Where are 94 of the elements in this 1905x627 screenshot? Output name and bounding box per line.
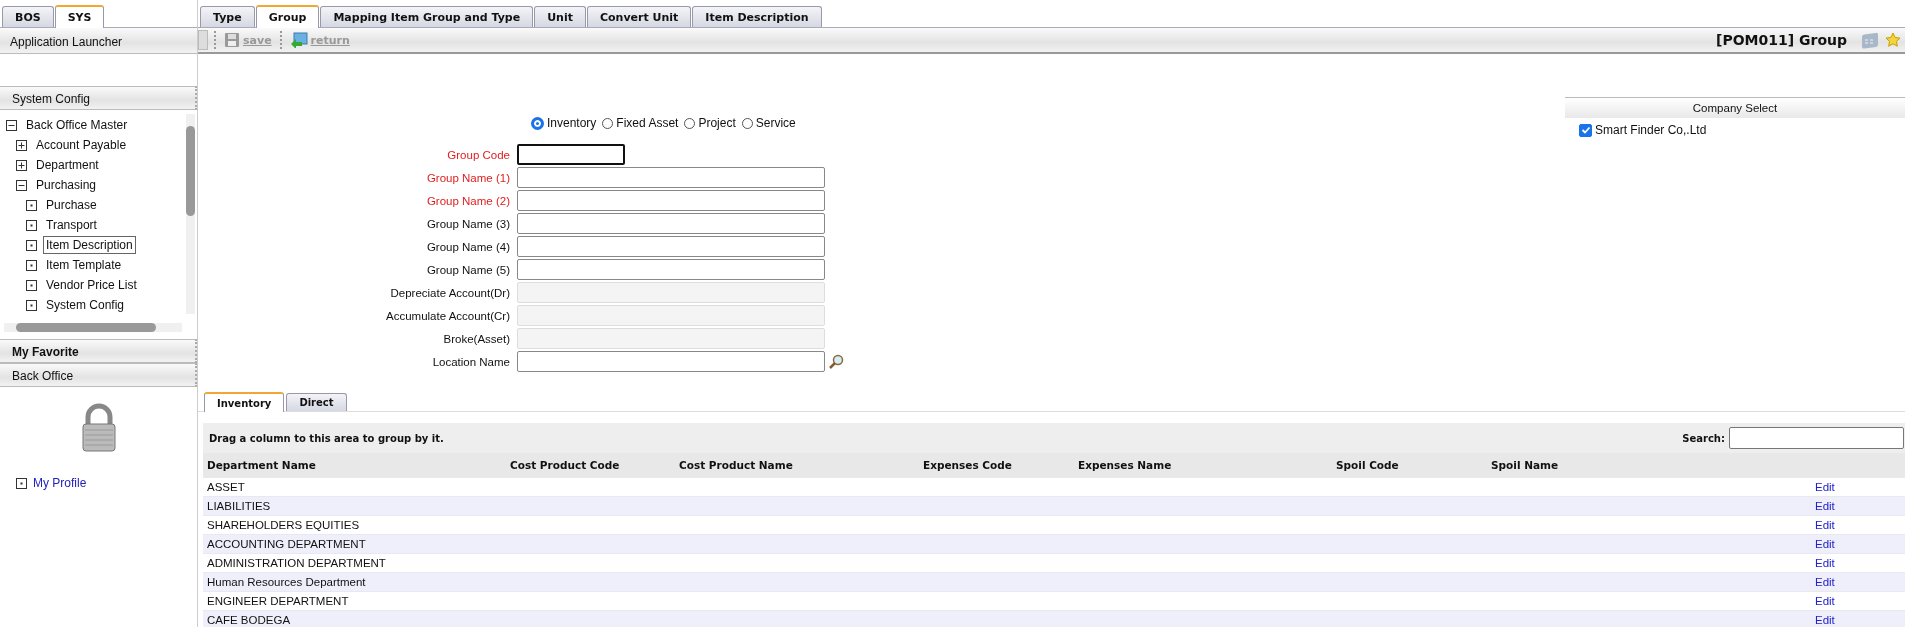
column-header[interactable]: Cost Product Code — [510, 459, 679, 471]
leaf-node-icon — [16, 477, 27, 489]
input-field[interactable] — [517, 236, 825, 257]
table-cell-text: LIABILITIES — [207, 500, 272, 512]
table-cell-text: ENGINEER DEPARTMENT — [207, 595, 350, 607]
type-radio[interactable]: Project — [684, 116, 736, 130]
search-field[interactable] — [1729, 427, 1904, 449]
search-label: Search: — [1682, 432, 1725, 444]
expand-icon[interactable] — [16, 139, 27, 151]
tab[interactable]: SYS — [54, 5, 105, 28]
table-cell-text: Human Resources Department — [207, 576, 367, 588]
collapse-icon[interactable] — [6, 119, 17, 131]
expand-icon[interactable] — [16, 159, 27, 171]
table-cell-text: CAFE BODEGA — [207, 614, 292, 626]
field-label: Group Name (5) — [425, 263, 511, 276]
company-checkbox[interactable]: Smart Finder Co,.Ltd — [1565, 118, 1905, 142]
input-field[interactable] — [517, 190, 825, 211]
column-header[interactable]: Spoil Code — [1336, 459, 1491, 471]
tree-item[interactable]: Department — [33, 156, 102, 174]
panel-header[interactable]: Back Office — [0, 363, 197, 387]
table-cell-text: ASSET — [207, 481, 246, 493]
field-label: Broke(Asset) — [442, 332, 511, 345]
edit-link[interactable]: Edit — [1815, 500, 1905, 512]
edit-link[interactable]: Edit — [1815, 595, 1905, 607]
input-field[interactable] — [517, 351, 825, 372]
column-header[interactable]: Department Name — [207, 459, 510, 471]
panel-header: Company Select — [1565, 97, 1905, 118]
input-field[interactable] — [517, 167, 825, 188]
profile-link[interactable]: My Profile — [33, 476, 87, 490]
field-label: Group Name (3) — [425, 217, 511, 230]
tree-item[interactable]: Purchase — [43, 196, 100, 214]
leaf-node-icon — [26, 259, 37, 271]
table-cell-text: ADMINISTRATION DEPARTMENT — [207, 557, 387, 569]
input-field[interactable] — [517, 259, 825, 280]
toolbar-grip[interactable] — [198, 30, 208, 50]
tab[interactable]: Group — [255, 5, 320, 28]
field-label: Depreciate Account(Dr) — [389, 286, 511, 299]
vertical-scrollbar[interactable] — [186, 114, 195, 314]
tree-item[interactable]: Vendor Price List — [43, 276, 140, 294]
field-label: Group Name (2) — [425, 194, 511, 207]
field-label: Group Code — [446, 148, 511, 161]
field-label: Group Name (1) — [425, 171, 511, 184]
collapse-icon[interactable] — [16, 179, 27, 191]
group-hint: Drag a column to this area to group by it. — [209, 432, 444, 444]
input-field[interactable] — [517, 144, 625, 165]
type-radio[interactable]: Fixed Asset — [602, 116, 679, 130]
horizontal-scrollbar[interactable] — [4, 323, 182, 332]
tab[interactable]: Inventory — [204, 392, 285, 412]
tab[interactable]: Convert Unit — [586, 6, 692, 27]
tree-item[interactable]: Back Office Master — [23, 116, 131, 134]
panel-header[interactable]: System Config — [0, 86, 197, 110]
edit-link[interactable]: Edit — [1815, 519, 1905, 531]
edit-link[interactable]: Edit — [1815, 557, 1905, 569]
tab[interactable]: Type — [200, 6, 255, 27]
tab[interactable]: Direct — [286, 393, 347, 411]
return-arrow-icon — [289, 32, 308, 48]
leaf-node-icon — [26, 239, 37, 251]
application-launcher[interactable]: Application Launcher — [0, 28, 197, 54]
column-header[interactable]: Expenses Code — [923, 459, 1078, 471]
column-header[interactable]: Spoil Name — [1491, 459, 1815, 471]
panel-header[interactable]: My Favorite — [0, 339, 197, 363]
table-cell-text: ACCOUNTING DEPARTMENT — [207, 538, 367, 550]
calculator-icon[interactable] — [1861, 31, 1879, 49]
tree-item[interactable]: Item Template — [43, 256, 125, 274]
field-label: Location Name — [431, 355, 511, 368]
column-header[interactable]: Expenses Name — [1078, 459, 1336, 471]
edit-link[interactable]: Edit — [1815, 481, 1905, 493]
type-radio[interactable]: Inventory — [531, 116, 597, 130]
page-title: [POM011] Group — [1716, 32, 1847, 48]
tab[interactable]: Unit — [534, 6, 586, 27]
leaf-node-icon — [26, 279, 37, 291]
table-cell-text: SHAREHOLDERS EQUITIES — [207, 519, 361, 531]
leaf-node-icon — [26, 299, 37, 311]
input-field[interactable] — [517, 213, 825, 234]
tree-item[interactable]: Account Payable — [33, 136, 130, 154]
field-label: Group Name (4) — [425, 240, 511, 253]
tree-item[interactable]: System Config — [43, 296, 128, 314]
tree-item[interactable]: Transport — [43, 216, 100, 234]
tree-item[interactable]: Purchasing — [33, 176, 100, 194]
star-icon[interactable] — [1885, 32, 1901, 48]
tree-item[interactable]: Item Description — [43, 236, 136, 254]
tab[interactable]: BOS — [2, 6, 54, 27]
tab[interactable]: Item Description — [692, 6, 822, 27]
edit-link[interactable]: Edit — [1815, 538, 1905, 550]
column-header[interactable]: Cost Product Name — [679, 459, 923, 471]
field-label: Accumulate Account(Cr) — [385, 309, 511, 322]
edit-link[interactable]: Edit — [1815, 576, 1905, 588]
edit-link[interactable]: Edit — [1815, 614, 1905, 626]
search-icon[interactable] — [828, 353, 844, 370]
type-radio[interactable]: Service — [741, 116, 796, 130]
tab[interactable]: Mapping Item Group and Type — [320, 6, 534, 27]
leaf-node-icon — [26, 219, 37, 231]
leaf-node-icon — [26, 199, 37, 211]
checkmark-icon — [1580, 125, 1591, 135]
